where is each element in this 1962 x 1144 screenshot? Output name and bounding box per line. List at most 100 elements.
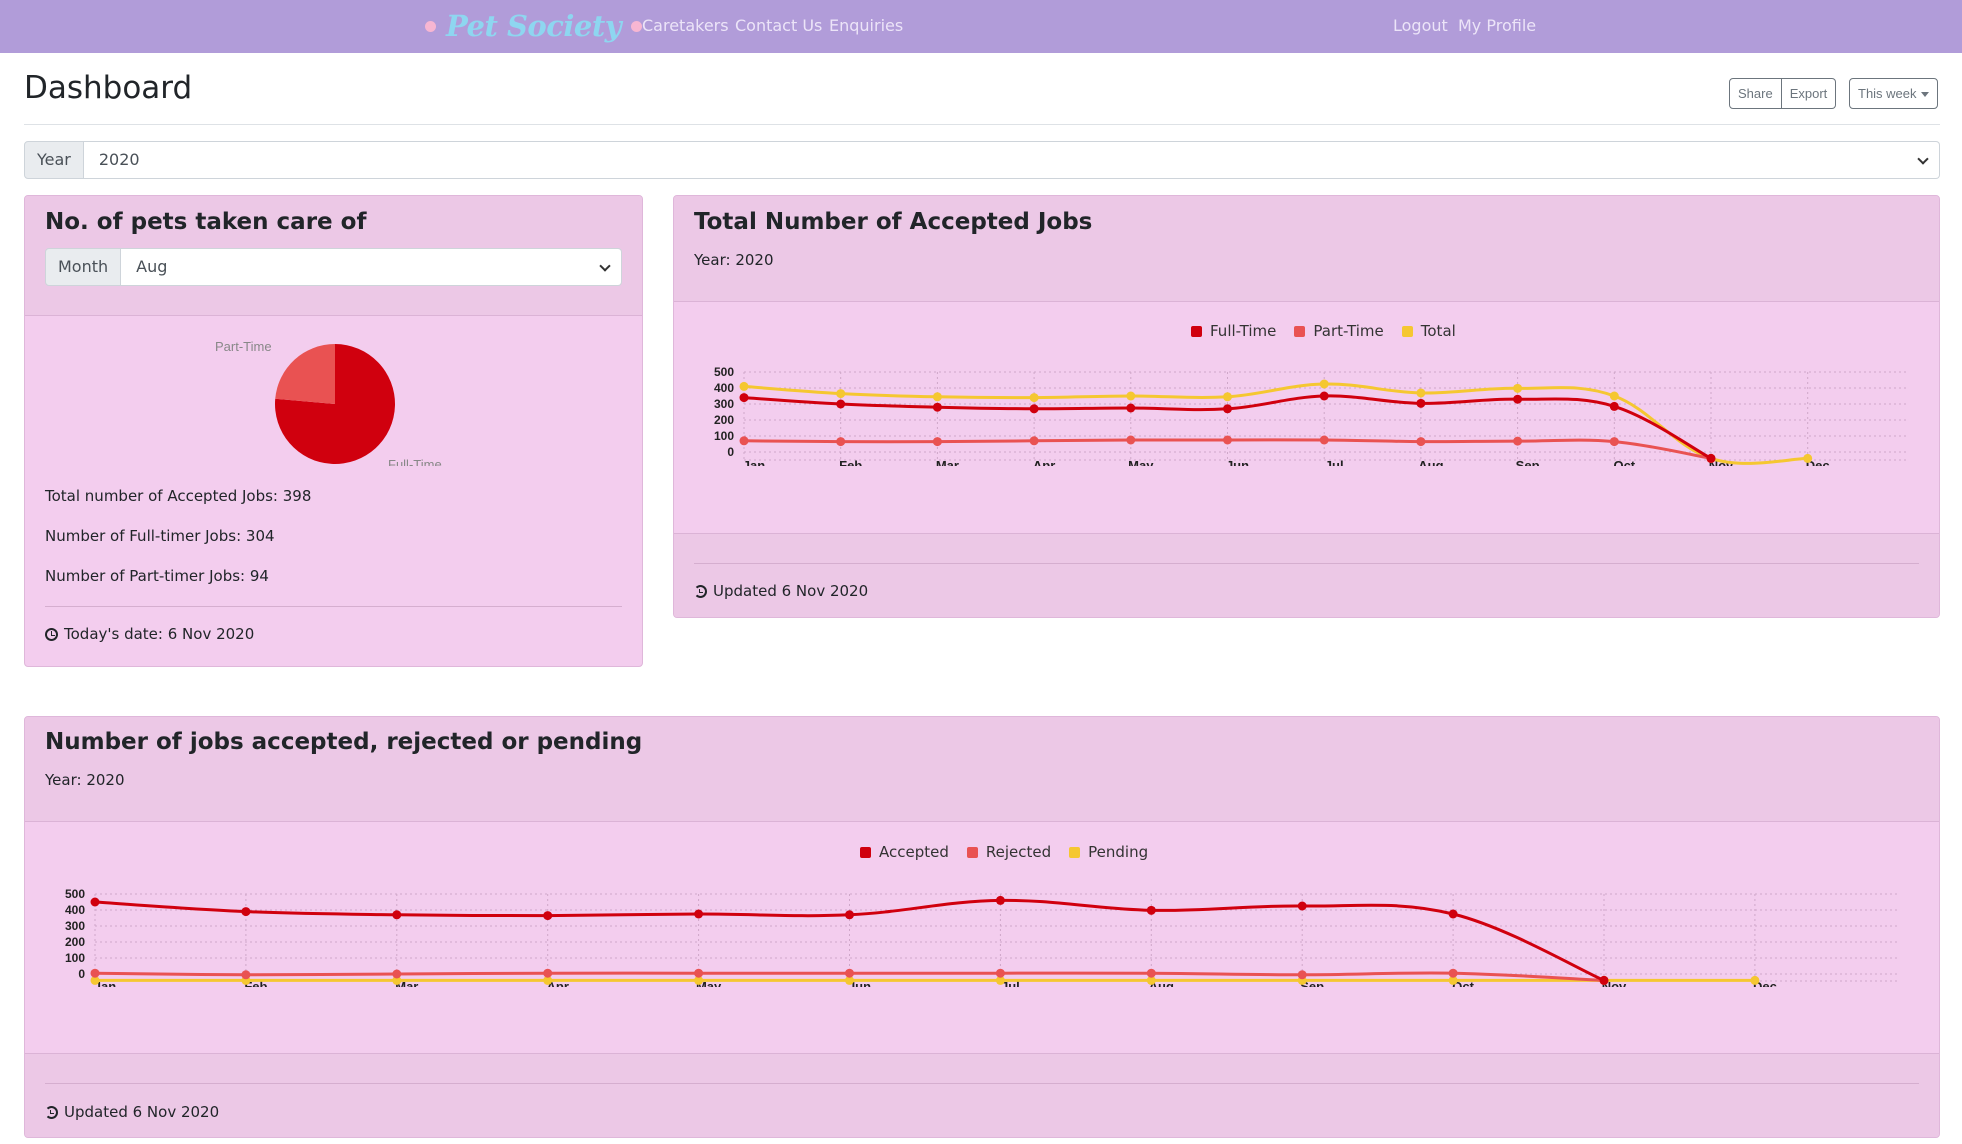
data-point[interactable] <box>1803 453 1813 463</box>
data-point[interactable] <box>1609 391 1619 401</box>
data-point[interactable] <box>543 911 553 921</box>
chevron-down-icon <box>1917 153 1929 165</box>
data-point[interactable] <box>1223 435 1232 445</box>
data-point[interactable] <box>241 907 251 917</box>
accepted-card-year: Year: 2020 <box>694 251 774 269</box>
history-icon <box>45 1105 58 1119</box>
accepted-footer-divider <box>694 563 1919 564</box>
data-point[interactable] <box>1319 391 1329 401</box>
data-point[interactable] <box>1750 975 1760 985</box>
data-point[interactable] <box>1416 398 1426 408</box>
y-tick-label: 100 <box>65 951 85 965</box>
x-tick-label: Apr <box>1033 458 1055 466</box>
x-tick-label: Feb <box>839 458 862 466</box>
legend-label: Total <box>1420 322 1456 340</box>
data-point[interactable] <box>392 910 402 920</box>
data-point[interactable] <box>932 392 942 402</box>
data-point[interactable] <box>1223 392 1232 402</box>
data-point[interactable] <box>836 437 846 447</box>
nav-link-my-profile[interactable]: My Profile <box>1458 16 1536 35</box>
accepted-updated: Updated 6 Nov 2020 <box>694 582 868 600</box>
y-tick-label: 300 <box>714 397 734 411</box>
data-point[interactable] <box>392 969 402 979</box>
data-point[interactable] <box>836 399 846 409</box>
legend-item-total[interactable]: Total <box>1401 322 1456 340</box>
legend-item-pending[interactable]: Pending <box>1069 843 1148 861</box>
status-footer-divider <box>45 1083 1919 1084</box>
pets-card-title: No. of pets taken care of <box>45 209 367 235</box>
x-tick-label: Aug <box>1418 458 1443 466</box>
legend-item-rejected[interactable]: Rejected <box>966 843 1052 861</box>
y-tick-label: 0 <box>727 445 734 459</box>
x-tick-label: Jul <box>1325 458 1344 466</box>
data-point[interactable] <box>1513 383 1523 393</box>
data-point[interactable] <box>932 437 942 447</box>
pie-label-part-time: Part-Time <box>215 339 272 354</box>
data-point[interactable] <box>694 968 704 978</box>
data-point[interactable] <box>739 393 749 403</box>
data-point[interactable] <box>1223 404 1232 414</box>
year-select[interactable]: 2020 <box>83 141 1940 179</box>
data-point[interactable] <box>1029 404 1039 414</box>
data-point[interactable] <box>1029 393 1039 403</box>
legend-swatch <box>1401 325 1413 337</box>
nav-link-enquiries[interactable]: Enquiries <box>829 16 903 35</box>
month-select[interactable]: Aug <box>121 248 622 286</box>
range-dropdown-button[interactable]: This week <box>1849 78 1938 109</box>
data-point[interactable] <box>845 968 854 978</box>
data-point[interactable] <box>1416 388 1426 398</box>
data-point[interactable] <box>1029 436 1039 446</box>
legend-label: Accepted <box>879 843 949 861</box>
year-select-value: 2020 <box>98 150 140 169</box>
pie-label-full-time: Full-Time <box>388 457 442 466</box>
data-point[interactable] <box>241 970 251 980</box>
data-point[interactable] <box>1126 391 1136 401</box>
data-point[interactable] <box>1416 437 1426 447</box>
y-tick-label: 100 <box>714 429 734 443</box>
data-point[interactable] <box>90 897 100 907</box>
data-point[interactable] <box>90 968 100 978</box>
data-point[interactable] <box>543 968 553 978</box>
legend-item-accepted[interactable]: Accepted <box>860 843 949 861</box>
legend-label: Rejected <box>985 843 1052 861</box>
data-point[interactable] <box>1126 435 1136 445</box>
data-point[interactable] <box>1448 968 1458 978</box>
y-tick-label: 500 <box>65 887 85 901</box>
data-point[interactable] <box>836 389 846 399</box>
chevron-down-icon <box>599 260 611 272</box>
legend-item-full-time[interactable]: Full-Time <box>1191 322 1276 340</box>
data-point[interactable] <box>995 895 1005 905</box>
nav-link-caretakers[interactable]: Caretakers <box>642 16 729 35</box>
data-point[interactable] <box>1609 401 1619 411</box>
data-point[interactable] <box>1706 453 1716 463</box>
data-point[interactable] <box>995 968 1005 978</box>
nav-link-logout[interactable]: Logout <box>1393 16 1448 35</box>
data-point[interactable] <box>739 436 749 446</box>
share-button[interactable]: Share <box>1729 78 1782 109</box>
data-point[interactable] <box>1146 968 1156 978</box>
data-point[interactable] <box>845 910 854 920</box>
data-point[interactable] <box>932 402 942 412</box>
data-point[interactable] <box>1297 970 1307 980</box>
data-point[interactable] <box>1513 436 1523 446</box>
accepted-updated-text: Updated 6 Nov 2020 <box>713 582 869 600</box>
data-point[interactable] <box>694 909 704 919</box>
x-tick-label: Oct <box>1613 458 1635 466</box>
y-tick-label: 200 <box>714 413 734 427</box>
brand-logo[interactable]: Pet Society <box>425 6 643 46</box>
data-point[interactable] <box>1609 437 1619 447</box>
nav-link-contact-us[interactable]: Contact Us <box>735 16 822 35</box>
status-card-title: Number of jobs accepted, rejected or pen… <box>45 729 643 755</box>
data-point[interactable] <box>1297 901 1307 911</box>
data-point[interactable] <box>1319 379 1329 389</box>
y-tick-label: 500 <box>714 365 734 379</box>
data-point[interactable] <box>1513 394 1523 404</box>
data-point[interactable] <box>1126 403 1136 413</box>
data-point[interactable] <box>1448 909 1458 919</box>
data-point[interactable] <box>1319 435 1329 445</box>
data-point[interactable] <box>739 381 749 391</box>
legend-item-part-time[interactable]: Part-Time <box>1294 322 1384 340</box>
data-point[interactable] <box>1599 975 1609 985</box>
data-point[interactable] <box>1146 905 1156 915</box>
export-button[interactable]: Export <box>1781 78 1837 109</box>
